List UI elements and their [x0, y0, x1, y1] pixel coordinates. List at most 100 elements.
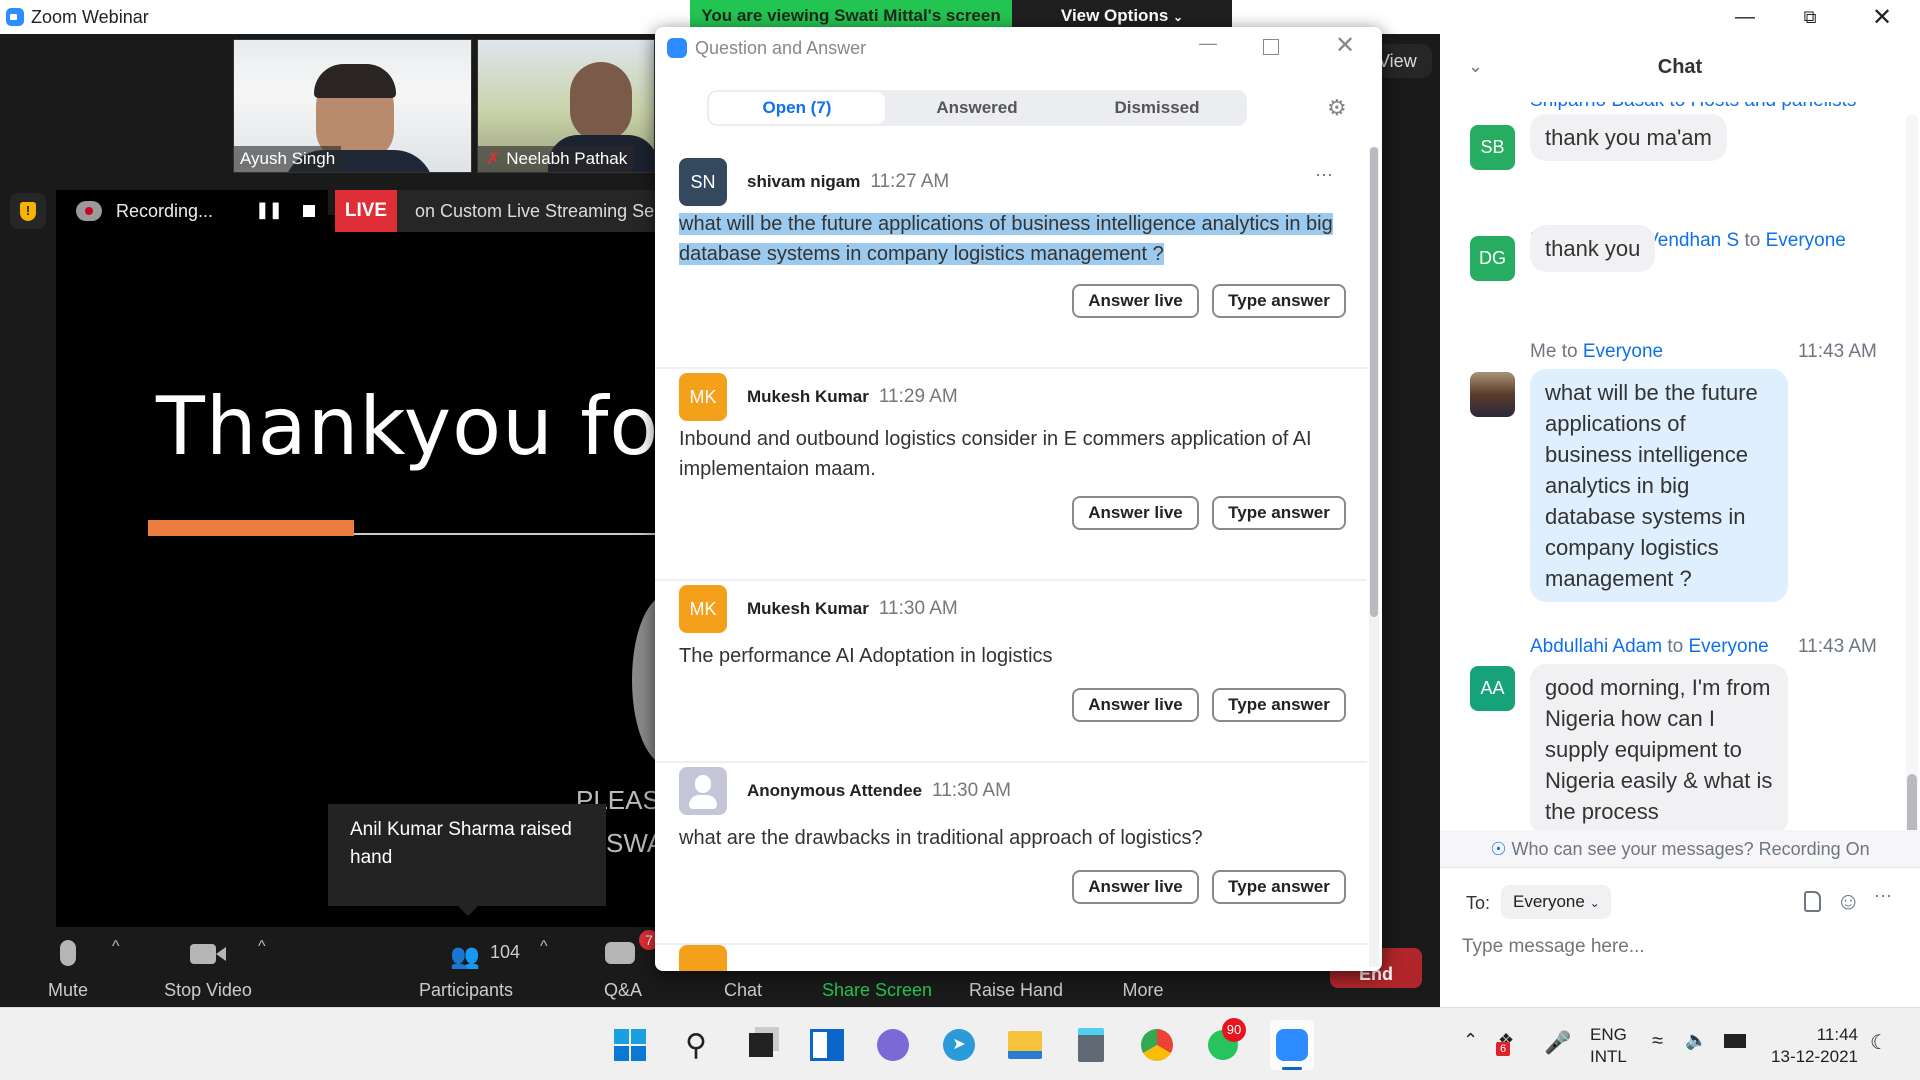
person-icon	[695, 775, 711, 793]
search-button[interactable]: ⚲	[677, 1026, 715, 1064]
telegram-button[interactable]: ➤	[940, 1026, 978, 1064]
security-button[interactable]: !	[10, 193, 46, 229]
more-options-icon[interactable]: ⋯	[1874, 886, 1892, 907]
stop-recording-button[interactable]	[290, 190, 328, 232]
emoji-icon[interactable]: ☺	[1836, 888, 1861, 916]
slide-title: Thankyou for y	[156, 380, 656, 473]
message-input[interactable]	[1462, 929, 1892, 965]
message-header: Me to Everyone	[1530, 341, 1663, 363]
pause-recording-button[interactable]: ❚❚	[250, 190, 288, 232]
to-label: To:	[1466, 893, 1491, 913]
wifi-icon[interactable]: ≈	[1652, 1030, 1663, 1053]
qa-scrollbar-thumb[interactable]	[1370, 147, 1378, 617]
question-time: 11:29 AM	[878, 386, 958, 407]
language-indicator[interactable]: ENG INTL	[1590, 1024, 1627, 1068]
privacy-note[interactable]: ☉ Who can see your messages? Recording O…	[1440, 830, 1920, 868]
author-name: Mukesh Kumar	[747, 599, 869, 618]
tab-answered[interactable]: Answered	[887, 92, 1067, 124]
keyboard-layout: INTL	[1590, 1047, 1627, 1066]
widgets-button[interactable]	[808, 1026, 846, 1064]
anonymous-avatar	[679, 767, 727, 815]
video-options-caret[interactable]: ^	[258, 938, 266, 956]
focus-assist-icon[interactable]: ☾	[1870, 1030, 1888, 1055]
answer-live-button[interactable]: Answer live	[1072, 688, 1199, 722]
live-badge[interactable]: LIVE	[335, 190, 397, 232]
view-options-button[interactable]: View Options ⌄	[1012, 0, 1232, 28]
answer-live-button[interactable]: Answer live	[1072, 496, 1199, 530]
muted-mic-icon: ✗	[486, 149, 501, 168]
participant-face	[570, 62, 632, 142]
battery-icon[interactable]	[1724, 1034, 1746, 1048]
participants-options-caret[interactable]: ^	[540, 938, 548, 956]
file-explorer-button[interactable]	[1006, 1026, 1044, 1064]
clock-date: 13-12-2021	[1771, 1047, 1858, 1066]
zoom-app-icon	[667, 38, 687, 58]
sender-name: Me	[1530, 341, 1557, 362]
dropbox-tray-button[interactable]: ❖ 6	[1496, 1030, 1522, 1056]
windows-taskbar: ⚲ ➤ 90 ⌃ ❖ 6 🎤 ENG INTL ≈ 🔈 11:44 13-12-…	[0, 1007, 1920, 1080]
sender-name: Abdullahi Adam	[1530, 636, 1663, 657]
tray-badge: 6	[1496, 1042, 1510, 1056]
question-text[interactable]: what will be the future applications of …	[679, 209, 1349, 269]
restore-button[interactable]: ⧉	[1780, 0, 1840, 34]
question-item: MK Mukesh Kumar 11:29 AM Inbound and outb…	[655, 369, 1367, 581]
to-word: to	[1561, 341, 1578, 362]
slide-rule	[354, 533, 656, 535]
start-button[interactable]	[611, 1026, 649, 1064]
file-icon[interactable]	[1804, 891, 1821, 912]
question-more-button[interactable]: ⋯	[1315, 165, 1333, 186]
answer-live-button[interactable]: Answer live	[1072, 870, 1199, 904]
camera-lens	[216, 947, 226, 961]
close-window-button[interactable]: ✕	[1852, 0, 1912, 34]
thumbnail-label: ✗ Neelabh Pathak	[478, 146, 634, 172]
teams-chat-icon	[877, 1029, 909, 1061]
type-answer-button[interactable]: Type answer	[1212, 284, 1346, 318]
message-time: 11:43 AM	[1798, 341, 1877, 362]
qa-tabs: Open (7) Answered Dismissed	[707, 90, 1247, 126]
avatar: SB	[1470, 125, 1515, 170]
clock[interactable]: 11:44 13-12-2021	[1770, 1024, 1858, 1068]
type-answer-button[interactable]: Type answer	[1212, 688, 1346, 722]
tab-dismissed[interactable]: Dismissed	[1067, 92, 1247, 124]
calculator-button[interactable]	[1072, 1026, 1110, 1064]
minimize-button[interactable]: —	[1715, 0, 1775, 34]
question-author: Mukesh Kumar 11:29 AM	[747, 386, 958, 408]
telegram-icon: ➤	[943, 1029, 975, 1061]
type-answer-button[interactable]: Type answer	[1212, 496, 1346, 530]
recipient-select[interactable]: Everyone ⌄	[1501, 885, 1611, 919]
chrome-button[interactable]	[1138, 1026, 1176, 1064]
teams-chat-button[interactable]	[874, 1026, 912, 1064]
avatar: MK	[679, 373, 727, 421]
chevron-up-icon: ⌃	[1463, 1030, 1479, 1050]
volume-icon[interactable]: 🔈	[1685, 1030, 1707, 1051]
qa-minimize-button[interactable]: —	[1193, 33, 1223, 63]
type-answer-button[interactable]: Type answer	[1212, 870, 1346, 904]
qa-maximize-button[interactable]	[1263, 39, 1279, 55]
person-icon-body	[689, 795, 717, 809]
question-time: 11:30 AM	[932, 780, 1011, 801]
message-time: 11:43 AM	[1798, 636, 1877, 657]
tab-open[interactable]: Open (7)	[709, 92, 885, 124]
whatsapp-button[interactable]: 90	[1204, 1018, 1246, 1064]
author-name: Anonymous Attendee	[747, 781, 923, 800]
tooltip-arrow	[458, 906, 478, 916]
view-options-label: View Options	[1060, 6, 1169, 25]
chat-message: thank you	[1530, 225, 1656, 272]
task-view-button[interactable]	[742, 1026, 780, 1064]
qa-settings-button[interactable]: ⚙	[1327, 95, 1347, 121]
zoom-taskbar-button[interactable]	[1270, 1020, 1314, 1070]
chat-scrollbar[interactable]	[1906, 114, 1918, 864]
video-thumbnail[interactable]: Ayush Singh	[233, 39, 472, 173]
restore-icon: ⧉	[1803, 6, 1817, 27]
qa-scrollbar[interactable]	[1369, 147, 1379, 967]
chat-label: Chat	[723, 980, 763, 1000]
show-hidden-icons-button[interactable]: ⌃	[1463, 1030, 1478, 1051]
microphone-tray-icon[interactable]: 🎤	[1544, 1030, 1571, 1056]
avatar: MK	[679, 585, 727, 633]
qa-close-button[interactable]: ✕	[1335, 31, 1355, 60]
mute-options-caret[interactable]: ^	[112, 938, 120, 956]
raise-hand-label: Raise Hand	[968, 980, 1064, 1000]
video-thumbnail[interactable]: ✗ Neelabh Pathak	[477, 39, 655, 173]
answer-live-button[interactable]: Answer live	[1072, 284, 1199, 318]
microphone-icon	[60, 940, 76, 966]
